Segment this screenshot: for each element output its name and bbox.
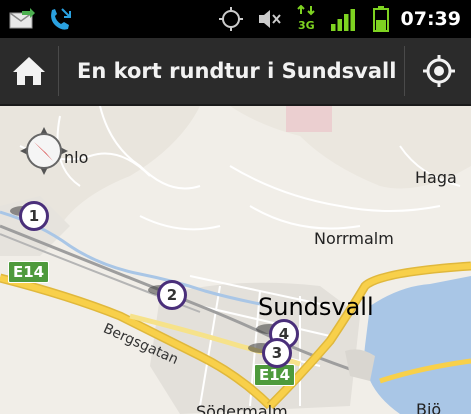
signal-bar	[331, 24, 336, 31]
place-label-norrmalm: Norrmalm	[314, 229, 394, 248]
mute-icon	[254, 0, 284, 38]
place-label-haga: Haga	[415, 168, 457, 187]
signal-icon	[328, 0, 358, 38]
action-bar: En kort rundtur i Sundsvall	[0, 38, 471, 106]
compass-icon	[20, 127, 68, 175]
battery-icon	[368, 0, 394, 38]
page-title: En kort rundtur i Sundsvall	[77, 59, 397, 83]
map-marker-2[interactable]: 2	[157, 280, 187, 310]
place-label-sodermalm: Södermalm	[196, 402, 288, 414]
home-button[interactable]	[0, 38, 58, 104]
svg-text:3G: 3G	[298, 19, 315, 32]
map-view[interactable]: Haga Norrmalm Sundsvall nlo Södermalm Bj…	[0, 106, 471, 414]
signal-bar	[337, 19, 342, 31]
place-label-bjorn: Bjö	[416, 400, 442, 414]
gps-icon	[216, 0, 246, 38]
place-label-sundsvall: Sundsvall	[258, 293, 374, 321]
clock: 07:39	[400, 8, 461, 30]
map-marker-1[interactable]: 1	[19, 201, 49, 231]
status-bar: 3G 07:39	[0, 0, 471, 38]
my-location-button[interactable]	[407, 38, 471, 104]
network-3g-icon: 3G	[294, 0, 320, 38]
home-icon	[13, 57, 45, 85]
action-bar-divider	[404, 46, 405, 96]
compass-button[interactable]	[19, 126, 69, 176]
action-bar-divider	[58, 46, 59, 96]
missed-call-icon	[44, 0, 76, 38]
signal-bar	[344, 14, 349, 31]
map-marker-3[interactable]: 3	[262, 338, 292, 368]
signal-bar	[350, 9, 355, 31]
message-icon	[6, 0, 38, 38]
my-location-icon	[423, 55, 455, 87]
highway-shield-e14-west: E14	[8, 261, 50, 283]
